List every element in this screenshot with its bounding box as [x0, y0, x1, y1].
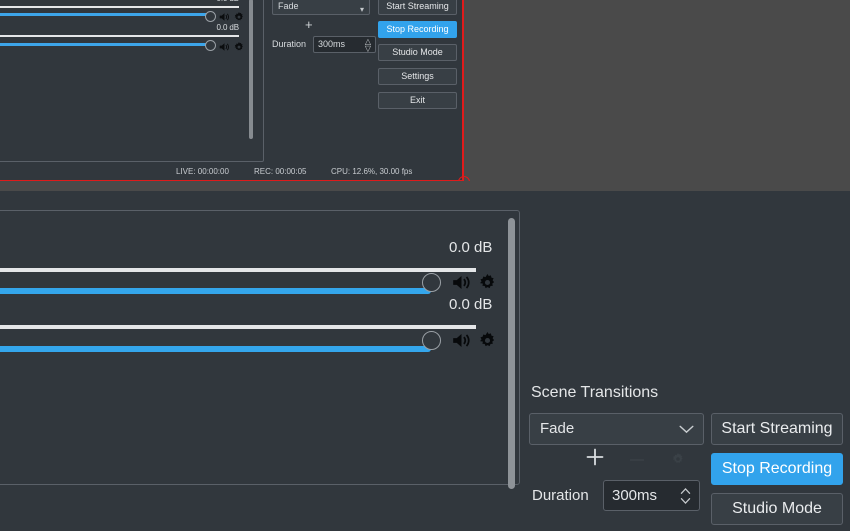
mini-duration-label: Duration — [272, 39, 307, 49]
volume-db-label: 0.0 dB — [449, 296, 493, 313]
mini-exit-button[interactable]: Exit — [378, 92, 457, 109]
mini-audio-mixer-panel: 0.0 dB 0.0 dB — [0, 0, 264, 162]
stop-recording-button[interactable]: Stop Recording — [711, 453, 843, 485]
mixer-scrollbar[interactable] — [508, 218, 515, 489]
volume-slider-knob[interactable] — [422, 273, 441, 292]
mini-volume-slider-track[interactable] — [0, 43, 215, 46]
selection-border-right — [462, 0, 464, 181]
mini-settings-button[interactable]: Settings — [378, 68, 457, 85]
duration-label: Duration — [532, 487, 589, 504]
scaled-window-preview: 0.0 dB 0.0 dB — [0, 0, 850, 181]
selection-resize-handle[interactable] — [458, 176, 470, 181]
duration-input[interactable]: 300ms — [603, 480, 700, 511]
zoomed-window-view: 0.0 dB 0.0 dB Scene Transitions Fade Dur… — [0, 191, 850, 531]
volume-slider-knob[interactable] — [422, 331, 441, 350]
volume-slider-track[interactable] — [0, 346, 431, 352]
mini-start-streaming-button[interactable]: Start Streaming — [378, 0, 457, 15]
mini-add-transition-button[interactable]: + — [305, 18, 313, 31]
chevron-down-icon — [679, 414, 694, 444]
mini-volume-slider-knob[interactable] — [205, 11, 216, 22]
transition-select[interactable]: Fade — [529, 413, 704, 445]
mini-volume-db-label: 0.0 dB — [216, 23, 239, 32]
region-divider — [0, 182, 850, 191]
mini-gear-icon[interactable] — [234, 39, 244, 57]
mini-volume-slider-knob[interactable] — [205, 40, 216, 51]
mini-duration-input[interactable]: 300ms △ ▽ — [313, 36, 376, 53]
mini-stop-recording-button[interactable]: Stop Recording — [378, 21, 457, 38]
mini-volume-db-label: 0.0 dB — [216, 0, 239, 3]
mini-obs-window: 0.0 dB 0.0 dB — [0, 0, 463, 181]
volume-db-label: 0.0 dB — [449, 239, 493, 256]
mini-live-timer: LIVE: 00:00:00 — [176, 167, 229, 176]
audio-level-meter — [0, 268, 476, 272]
mini-audio-level-meter — [0, 6, 239, 8]
speaker-icon[interactable] — [452, 332, 471, 353]
audio-level-meter — [0, 325, 476, 329]
audio-mixer-panel: 0.0 dB 0.0 dB — [0, 210, 520, 485]
mini-volume-slider-track[interactable] — [0, 13, 215, 16]
scene-transitions-title: Scene Transitions — [531, 384, 659, 401]
mini-speaker-icon[interactable] — [219, 39, 230, 57]
mini-rec-timer: REC: 00:00:05 — [254, 167, 307, 176]
transition-selected-value: Fade — [540, 420, 575, 437]
add-transition-button[interactable] — [586, 448, 604, 466]
mini-studio-mode-button[interactable]: Studio Mode — [378, 44, 457, 61]
gear-icon[interactable] — [479, 274, 496, 295]
mini-mixer-scrollbar[interactable] — [249, 0, 253, 139]
volume-slider-track[interactable] — [0, 288, 431, 294]
spinner-updown-icon[interactable] — [680, 486, 691, 506]
mini-duration-value: 300ms — [318, 39, 346, 49]
selection-border-bottom — [0, 180, 464, 181]
mini-spinner-updown-icon[interactable]: △ ▽ — [365, 38, 371, 53]
mini-cpu-stats: CPU: 12.6%, 30.00 fps — [331, 167, 413, 176]
remove-transition-button — [629, 452, 645, 462]
mini-status-bar: LIVE: 00:00:00 REC: 00:00:05 CPU: 12.6%,… — [0, 164, 463, 180]
mini-chevron-down-icon: ▾ — [359, 5, 364, 14]
mini-transition-select[interactable]: Fade ▾ — [272, 0, 370, 15]
mini-transition-value: Fade — [278, 1, 299, 11]
gear-icon[interactable] — [479, 332, 496, 353]
duration-value: 300ms — [612, 487, 658, 504]
transition-properties-gear-icon — [672, 452, 684, 464]
studio-mode-button[interactable]: Studio Mode — [711, 493, 843, 525]
start-streaming-button[interactable]: Start Streaming — [711, 413, 843, 445]
mini-audio-level-meter — [0, 35, 239, 37]
speaker-icon[interactable] — [452, 274, 471, 295]
